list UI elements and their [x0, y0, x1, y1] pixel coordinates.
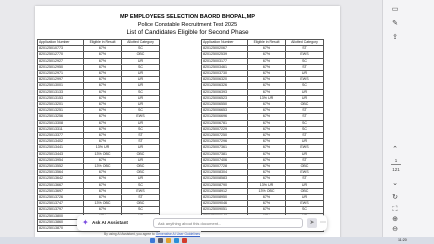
table-row: 820125006326 67% SC — [201, 82, 324, 90]
table-row: 820125006653 67% ST — [201, 107, 324, 115]
table-row: 820125008304 67% EWS — [201, 169, 324, 177]
table-row: 820125013001 67% UR — [37, 82, 160, 90]
current-page-number[interactable]: 1 — [388, 158, 404, 163]
pdf-viewer-window: MP EMPLOYEES SELECTION BAORD BHOPAL,MP P… — [0, 0, 434, 244]
table-row: 820125013642 67% UR — [37, 175, 160, 183]
table-row: 820125012971 67% UR — [37, 69, 160, 78]
browser-icon[interactable] — [174, 238, 179, 243]
share-icon[interactable]: ⇪ — [389, 32, 401, 44]
table-row: 820125009051 67% SC — [201, 206, 324, 214]
more-options-icon[interactable]: ⋯ — [320, 218, 326, 228]
zoom-out-icon[interactable]: ⊖ — [389, 224, 401, 236]
page-subtitle: Police Constable Recruitment Test 2025 — [137, 22, 238, 28]
table-row: 820125013726 67% ST — [37, 194, 160, 202]
search-icon[interactable] — [158, 238, 163, 243]
table-row: 820125012927 67% UR — [37, 57, 160, 65]
chevron-up-icon[interactable]: ⌃ — [389, 144, 401, 156]
table-row: 820125013697 67% EWS — [37, 187, 160, 196]
table-row: 820125007250 67% ST — [201, 132, 324, 140]
table-row: 820125010773 67% SC — [37, 45, 160, 53]
ai-sparkle-icon: ✦ — [82, 218, 89, 227]
table-row: 820125007728 67% OBC — [201, 163, 324, 171]
table-row: 820125013797 67% SC — [37, 206, 160, 214]
table-row: 820125008912 13% OBC OBC — [201, 187, 324, 196]
comment-icon[interactable]: ▭ — [389, 4, 401, 16]
ai-question-input[interactable]: Ask anything about this document... — [153, 218, 303, 228]
table-row: 820125013552 13% OBC OBC — [37, 163, 160, 171]
table-row: 820125006550 67% OBC — [201, 101, 324, 109]
table-row: 820125003177 67% SC — [201, 57, 324, 65]
table-row: 820125008950 67% UR — [201, 194, 324, 202]
file-explorer-icon[interactable] — [166, 238, 171, 243]
table-row: 820125013747 13% OBC OBC — [37, 200, 160, 208]
right-toolbar: ▭ ✎ ⇪ ⌃ 1 121 ⌄ ↻ ⛶ ⊕ ⊖ — [382, 0, 434, 237]
table-row: 820125013441 13% UR UR — [37, 144, 160, 152]
table-row: 820125008790 13% UR UR — [201, 181, 324, 189]
table-row: 820125013256 67% EWS — [37, 113, 160, 121]
page-separator — [391, 164, 401, 165]
send-arrow-icon[interactable]: ➤ — [307, 218, 317, 228]
table-row: 820125006781 67% SC — [201, 119, 324, 127]
table-row: 820125006320 67% EWS — [201, 76, 324, 84]
ai-guidelines-link[interactable]: Generative AI User Guidelines — [156, 232, 200, 236]
table-row: 820125013443 13% OBC OBC — [37, 150, 160, 158]
table-row: 820125002067 67% ST — [201, 45, 324, 53]
table-row: 820125013133 67% SC — [37, 88, 160, 96]
column-header-category: Allotted Category — [285, 38, 324, 47]
table-row: 820125013377 67% ST — [37, 132, 160, 140]
table-row: 820125013251 67% SC — [37, 107, 160, 115]
total-pages: 121 — [392, 167, 400, 172]
start-icon[interactable] — [150, 238, 155, 243]
refresh-icon[interactable]: ↻ — [389, 192, 401, 204]
table-row: 820125013954 67% UR — [37, 156, 160, 165]
table-row: 820125013311 67% SC — [37, 125, 160, 134]
table-row: 820125008583 67% ST — [201, 175, 324, 183]
ai-disclaimer-text: By using AI Assistant, you agree to — [104, 232, 156, 236]
table-row: 820125007296 67% UR — [201, 138, 324, 146]
ai-disclaimer: By using AI Assistant, you agree to Gene… — [104, 232, 200, 236]
table-row: 820125007406 67% ST — [201, 156, 324, 165]
table-row: 820125003461 67% ST — [201, 63, 324, 72]
results-table-left: Application Number Eligible in Result Al… — [37, 38, 160, 233]
taskbar: 11:20 — [0, 237, 434, 244]
pdf-page: MP EMPLOYEES SELECTION BAORD BHOPAL,MP P… — [35, 6, 340, 237]
table-row: 820125007361 67% EWS — [201, 144, 324, 152]
table-row: 820125007381 67% UR — [201, 150, 324, 158]
results-table-right: Application Number Eligible in Result Al… — [201, 38, 324, 233]
page-heading: List of Candidates Eligible for Second P… — [126, 29, 249, 36]
table-row: 820125006696 67% ST — [201, 113, 324, 121]
ai-assistant-bar: ✦ Ask AI Assistant Ask anything about th… — [77, 215, 327, 231]
edit-icon[interactable]: ✎ — [389, 18, 401, 30]
table-row: 820125006523 13% UR UR — [201, 94, 324, 103]
table-row: 820125007229 67% SC — [201, 125, 324, 134]
pdf-app-icon[interactable] — [182, 238, 187, 243]
ai-assistant-label[interactable]: Ask AI Assistant — [92, 219, 128, 227]
table-row: 820125002539 67% EWS — [201, 51, 324, 59]
table-row: 820125012997 67% UR — [37, 76, 160, 84]
table-row: 820125006393 67% UR — [201, 88, 324, 96]
clock: 11:20 — [398, 238, 407, 242]
table-row: 820125009046 67% EWS — [201, 200, 324, 208]
table-row: 820125012950 67% SC — [37, 63, 160, 72]
table-row: 820125013308 67% UR — [37, 119, 160, 127]
chevron-down-icon[interactable]: ⌄ — [389, 178, 401, 190]
table-row: 820125003730 67% UR — [201, 69, 324, 78]
table-row: 820125013667 67% SC — [37, 181, 160, 189]
table-row: 820125013564 67% OBC — [37, 169, 160, 177]
document-viewport[interactable]: MP EMPLOYEES SELECTION BAORD BHOPAL,MP P… — [0, 0, 382, 237]
page-title: MP EMPLOYEES SELECTION BAORD BHOPAL,MP — [120, 14, 255, 20]
table-row: 820125012770 67% OBC — [37, 51, 160, 59]
column-header-category: Allotted Category — [121, 38, 160, 47]
table-row: 820125013402 67% ST — [37, 138, 160, 146]
table-row: 820125013153 67% UR — [37, 94, 160, 103]
table-row: 820125013201 67% UR — [37, 101, 160, 109]
